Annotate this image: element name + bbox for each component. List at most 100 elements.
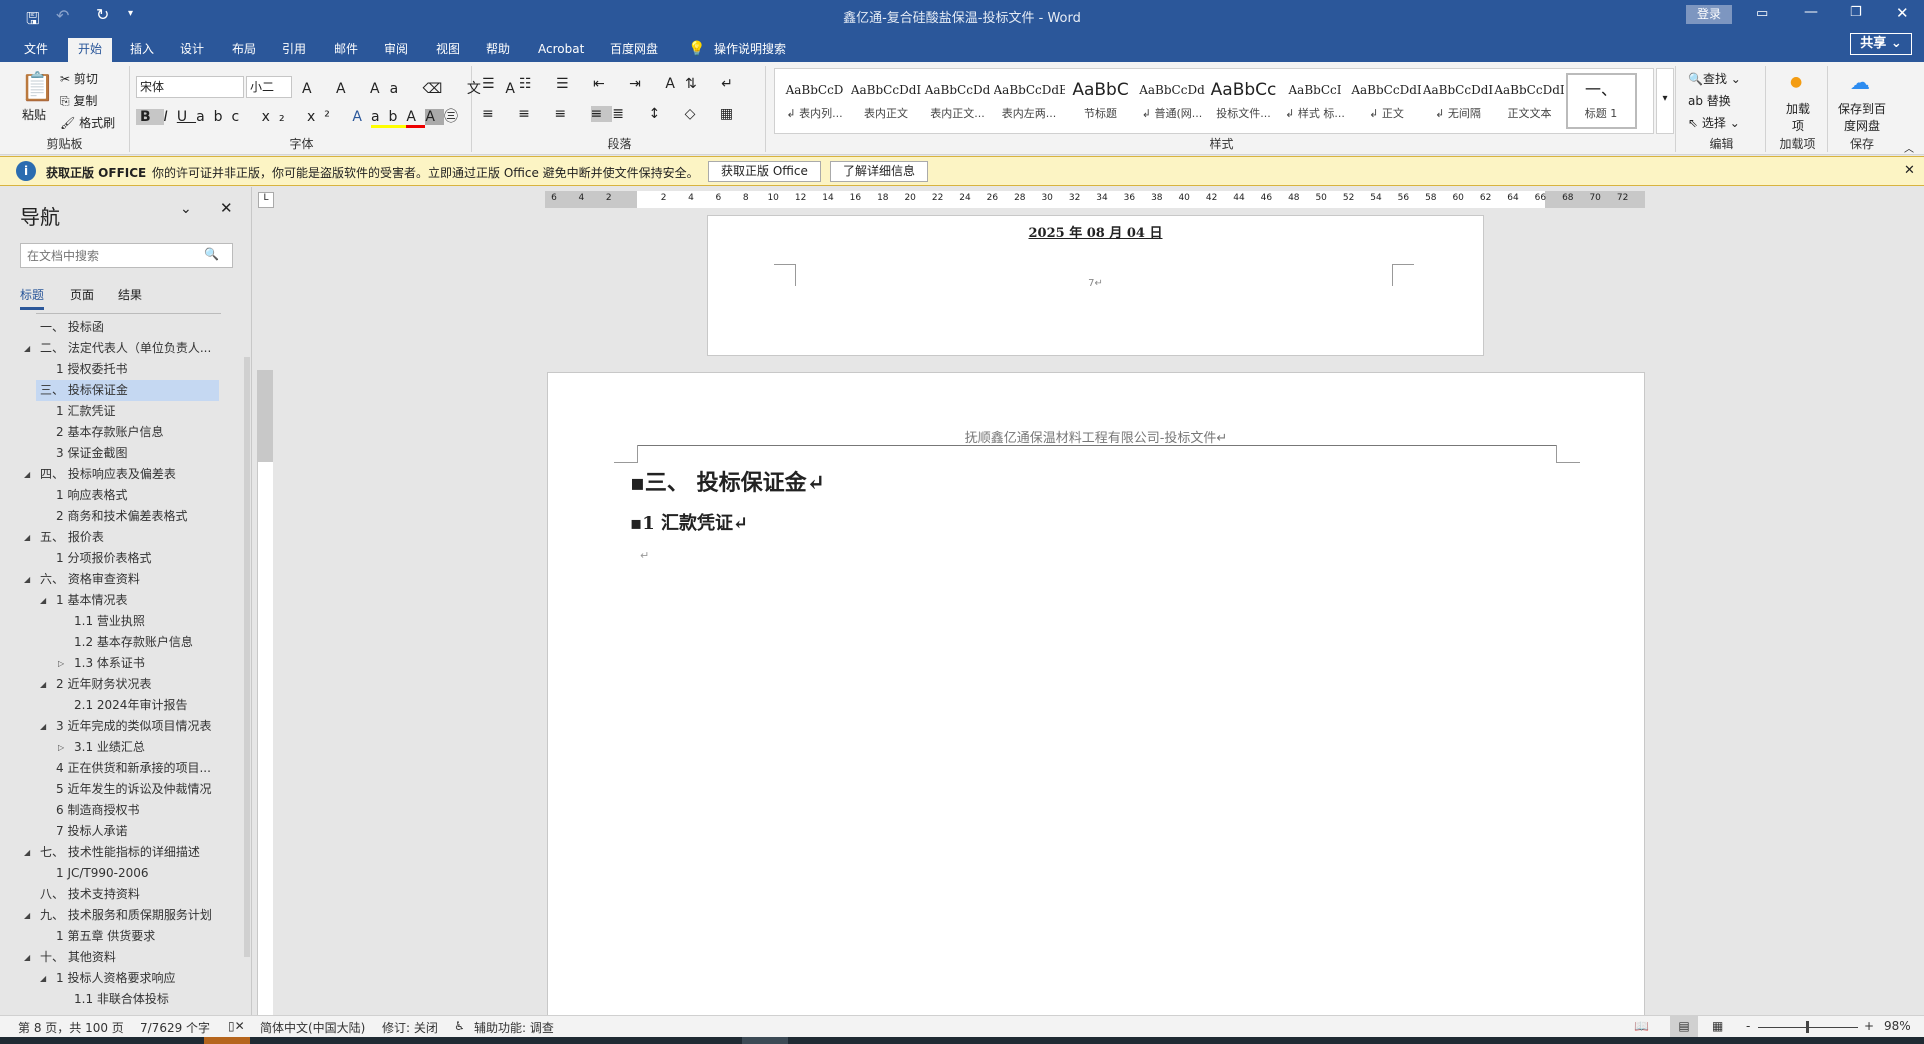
page-count[interactable]: 第 8 页，共 100 页 <box>18 1019 124 1036</box>
nav-close-button[interactable]: ✕ <box>220 199 233 217</box>
nav-heading-item[interactable]: ◢ 六、 资格审查资料 <box>0 569 240 590</box>
style-item[interactable]: AaBbCcDdI ↲ 无间隔 <box>1423 75 1494 131</box>
nav-heading-item[interactable]: ◢ 四、 投标响应表及偏差表 <box>0 464 240 485</box>
nav-heading-item[interactable]: ◢ 3 近年完成的类似项目情况表 <box>0 716 240 737</box>
zoom-out-button[interactable]: - <box>1746 1019 1750 1033</box>
nav-heading-item[interactable]: 2.1 2024年审计报告 <box>0 695 240 716</box>
replace-button[interactable]: ab 替换 <box>1688 92 1731 109</box>
nav-heading-item[interactable]: ▷ 3.1 业绩汇总 <box>0 737 240 758</box>
style-item[interactable]: AaBbCcDd ↲ 普通(网... <box>1137 75 1208 131</box>
expand-collapse-icon[interactable]: ▷ <box>58 737 64 758</box>
nav-heading-item[interactable]: 八、 技术支持资料 <box>0 884 240 905</box>
addins-button[interactable]: 加载项 <box>1786 100 1810 134</box>
close-button[interactable]: ✕ <box>1896 4 1909 22</box>
read-mode-icon[interactable]: 📖 <box>1634 1019 1649 1033</box>
nav-heading-item[interactable]: 1 汇款凭证 <box>0 401 240 422</box>
proofing-icon[interactable]: ▯✕ <box>228 1019 245 1033</box>
close-infobar-button[interactable]: ✕ <box>1904 163 1915 178</box>
zoom-level[interactable]: 98% <box>1884 1019 1911 1033</box>
style-item[interactable]: AaBbCcDdI 正文文本 <box>1494 75 1565 131</box>
tab-baidu[interactable]: 百度网盘 <box>600 38 668 62</box>
paragraph-tools-row1[interactable]: ☰ ☷ ☰ ⇤ ⇥ A⇅ ↵ <box>482 76 743 92</box>
expand-collapse-icon[interactable]: ◢ <box>24 569 30 590</box>
heading-1[interactable]: ▪三、 投标保证金↵ <box>630 465 825 497</box>
expand-collapse-icon[interactable]: ◢ <box>24 464 30 485</box>
vertical-scrollbar[interactable] <box>1900 187 1924 1015</box>
tab-selector[interactable]: L <box>258 192 274 208</box>
tell-me-search[interactable]: 操作说明搜索 <box>704 38 796 62</box>
nav-heading-item[interactable]: ◢ 九、 技术服务和质保期服务计划 <box>0 905 240 926</box>
expand-collapse-icon[interactable]: ◢ <box>40 674 46 695</box>
nav-heading-item[interactable]: 1 授权委托书 <box>0 359 240 380</box>
web-layout-icon[interactable]: ▦ <box>1712 1019 1723 1033</box>
get-genuine-office-button[interactable]: 获取正版 Office <box>708 161 821 182</box>
page-current[interactable]: 抚顺鑫亿通保温材料工程有限公司-投标文件↵ ▪三、 投标保证金↵ ▪1 汇款凭证… <box>547 372 1645 1022</box>
zoom-in-button[interactable]: + <box>1864 1019 1874 1033</box>
minimize-button[interactable]: — <box>1804 4 1818 20</box>
print-layout-icon[interactable]: ▤ <box>1670 1016 1698 1038</box>
style-item[interactable]: AaBbCcI ↲ 样式 标... <box>1280 75 1351 131</box>
nav-heading-item[interactable]: 2 基本存款账户信息 <box>0 422 240 443</box>
cut-button[interactable]: ✂ 剪切 <box>60 70 98 87</box>
nav-heading-item[interactable]: 1 JC/T990-2006 <box>0 863 240 884</box>
tab-mailings[interactable]: 邮件 <box>324 38 368 62</box>
collapse-ribbon-icon[interactable]: ︿ <box>1904 140 1914 155</box>
nav-heading-item[interactable]: ◢ 五、 报价表 <box>0 527 240 548</box>
expand-collapse-icon[interactable]: ◢ <box>24 338 30 359</box>
expand-collapse-icon[interactable]: ◢ <box>40 590 46 611</box>
nav-heading-item[interactable]: 1.2 基本存款账户信息 <box>0 632 240 653</box>
nav-heading-item[interactable]: 7 投标人承诺 <box>0 821 240 842</box>
tab-acrobat[interactable]: Acrobat <box>528 38 594 62</box>
expand-collapse-icon[interactable]: ◢ <box>24 947 30 968</box>
ribbon-display-icon[interactable]: ▭ <box>1756 6 1768 21</box>
nav-scrollbar[interactable] <box>244 357 250 957</box>
nav-heading-item[interactable]: ◢三、 投标保证金 <box>36 380 219 401</box>
nav-tab-results[interactable]: 结果 <box>118 286 142 303</box>
nav-heading-item[interactable]: ◢ 1 投标人资格要求响应 <box>0 968 240 989</box>
copy-button[interactable]: ⎘ 复制 <box>60 92 97 109</box>
expand-collapse-icon[interactable]: ◢ <box>40 968 46 989</box>
select-button[interactable]: ⇖ 选择 ⌄ <box>1688 114 1740 131</box>
style-item[interactable]: AaBbCcD ↲ 表内列... <box>779 75 850 131</box>
nav-heading-item[interactable]: 4 正在供货和新承接的项目... <box>0 758 240 779</box>
nav-heading-item[interactable]: ◢ 十、 其他资料 <box>0 947 240 968</box>
paste-button[interactable]: 粘贴 <box>22 106 46 123</box>
style-item[interactable]: AaBbCc 投标文件... <box>1208 75 1279 131</box>
nav-search-input[interactable] <box>20 243 233 268</box>
nav-options-icon[interactable]: ⌄ <box>180 201 192 217</box>
nav-heading-item[interactable]: ▷ 1.3 体系证书 <box>0 653 240 674</box>
nav-heading-item[interactable]: 3 保证金截图 <box>0 443 240 464</box>
nav-heading-item[interactable]: 1 分项报价表格式 <box>0 548 240 569</box>
style-item[interactable]: AaBbCcDdI ↲ 正文 <box>1351 75 1422 131</box>
vertical-ruler[interactable] <box>257 370 273 1015</box>
save-to-baidu-button[interactable]: 保存到百度网盘 <box>1834 100 1890 134</box>
restore-button[interactable]: ❐ <box>1850 5 1862 20</box>
nav-heading-item[interactable]: ◢ 二、 法定代表人（单位负责人... <box>0 338 240 359</box>
learn-more-button[interactable]: 了解详细信息 <box>830 161 929 182</box>
format-painter-button[interactable]: 🖌 格式刷 <box>60 114 115 131</box>
style-item[interactable]: AaBbCcDdI 表内正文 <box>851 75 922 131</box>
tab-home[interactable]: 开始 <box>68 38 113 62</box>
nav-heading-item[interactable]: 一、 投标函 <box>0 317 240 338</box>
paste-icon[interactable]: 📋 <box>20 70 55 103</box>
tab-layout[interactable]: 布局 <box>222 38 266 62</box>
nav-tab-headings[interactable]: 标题 <box>20 286 45 310</box>
expand-collapse-icon[interactable]: ◢ <box>40 716 46 737</box>
heading-2[interactable]: ▪1 汇款凭证↵ <box>630 509 748 535</box>
language[interactable]: 简体中文(中国大陆) <box>260 1019 365 1036</box>
nav-heading-item[interactable]: 1 第五章 供货要求 <box>0 926 240 947</box>
word-count[interactable]: 7/7629 个字 <box>140 1019 210 1036</box>
tab-references[interactable]: 引用 <box>272 38 316 62</box>
expand-collapse-icon[interactable]: ◢ <box>24 842 30 863</box>
expand-collapse-icon[interactable]: ◢ <box>24 527 30 548</box>
zoom-slider-thumb[interactable] <box>1806 1021 1809 1033</box>
style-item[interactable]: AaBbCcDd 表内正文... <box>922 75 993 131</box>
search-icon[interactable]: 🔍 <box>204 247 219 261</box>
tab-design[interactable]: 设计 <box>170 38 214 62</box>
nav-heading-item[interactable]: 5 近年发生的诉讼及仲裁情况 <box>0 779 240 800</box>
styles-more-button[interactable]: ▾ <box>1656 68 1674 134</box>
paragraph-tools-row2[interactable]: ≡ ≡ ≡ ≡≣ ↕ ◇ ▦ <box>482 106 743 122</box>
login-button[interactable]: 登录 <box>1686 5 1732 24</box>
style-item[interactable]: 一、 标题 1 <box>1565 73 1637 129</box>
find-button[interactable]: 🔍查找 ⌄ <box>1688 70 1741 87</box>
